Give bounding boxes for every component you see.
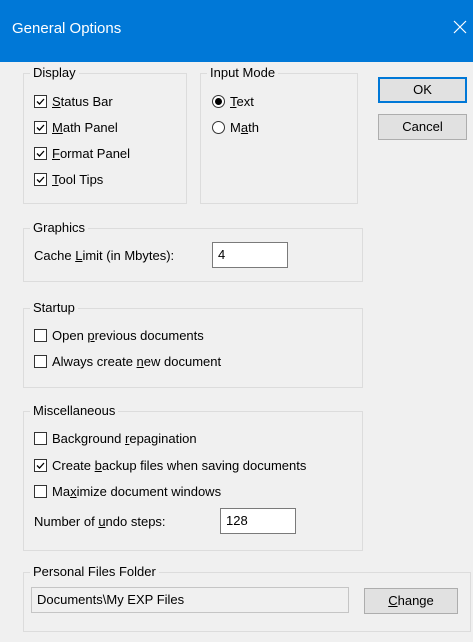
cache-limit-label: Cache Limit (in Mbytes): [34, 248, 175, 263]
checkbox-box[interactable] [34, 355, 47, 368]
close-icon[interactable] [449, 16, 471, 38]
checkbox-box[interactable] [34, 95, 47, 108]
checkbox-box[interactable] [34, 485, 47, 498]
startup-group: Startup [23, 300, 363, 388]
checkbox-box[interactable] [34, 121, 47, 134]
cancel-button[interactable]: Cancel [378, 114, 467, 140]
personal-folder-path[interactable]: Documents\My EXP Files [31, 587, 349, 613]
change-folder-button[interactable]: Change [364, 588, 458, 614]
status-bar-label[interactable]: Status Bar [52, 94, 113, 110]
undo-steps-label: Number of undo steps: [34, 514, 166, 529]
display-group: Display [23, 65, 187, 204]
graphics-legend: Graphics [30, 220, 89, 236]
checkbox-box[interactable] [34, 329, 47, 342]
undo-steps-input[interactable]: 128 [220, 508, 296, 534]
window-title: General Options [12, 20, 122, 37]
maximize-windows-label[interactable]: Maximize document windows [52, 484, 221, 500]
open-previous-label[interactable]: Open previous documents [52, 328, 204, 344]
checkbox-box[interactable] [34, 173, 47, 186]
ok-button[interactable]: OK [378, 77, 467, 103]
startup-legend: Startup [30, 300, 78, 316]
checkbox-box[interactable] [34, 459, 47, 472]
checkbox-box[interactable] [34, 432, 47, 445]
format-panel-label[interactable]: Format Panel [52, 146, 130, 162]
radio-circle[interactable] [212, 121, 225, 134]
background-repagination-label[interactable]: Background repagination [52, 431, 197, 447]
text-radio-label[interactable]: Text [230, 94, 254, 110]
radio-circle[interactable] [212, 95, 225, 108]
personal-files-legend: Personal Files Folder [30, 564, 159, 580]
tool-tips-label[interactable]: Tool Tips [52, 172, 103, 188]
math-panel-label[interactable]: Math Panel [52, 120, 118, 136]
math-radio-label[interactable]: Math [230, 120, 259, 136]
create-backup-label[interactable]: Create backup files when saving document… [52, 458, 306, 474]
display-legend: Display [30, 65, 79, 81]
input-mode-legend: Input Mode [207, 65, 279, 81]
radio-dot [215, 98, 222, 105]
cache-limit-input[interactable]: 4 [212, 242, 288, 268]
input-mode-group: Input Mode [200, 65, 358, 204]
miscellaneous-legend: Miscellaneous [30, 403, 119, 419]
checkbox-box[interactable] [34, 147, 47, 160]
title-bar: General Options [0, 0, 473, 62]
always-create-label[interactable]: Always create new document [52, 354, 221, 370]
